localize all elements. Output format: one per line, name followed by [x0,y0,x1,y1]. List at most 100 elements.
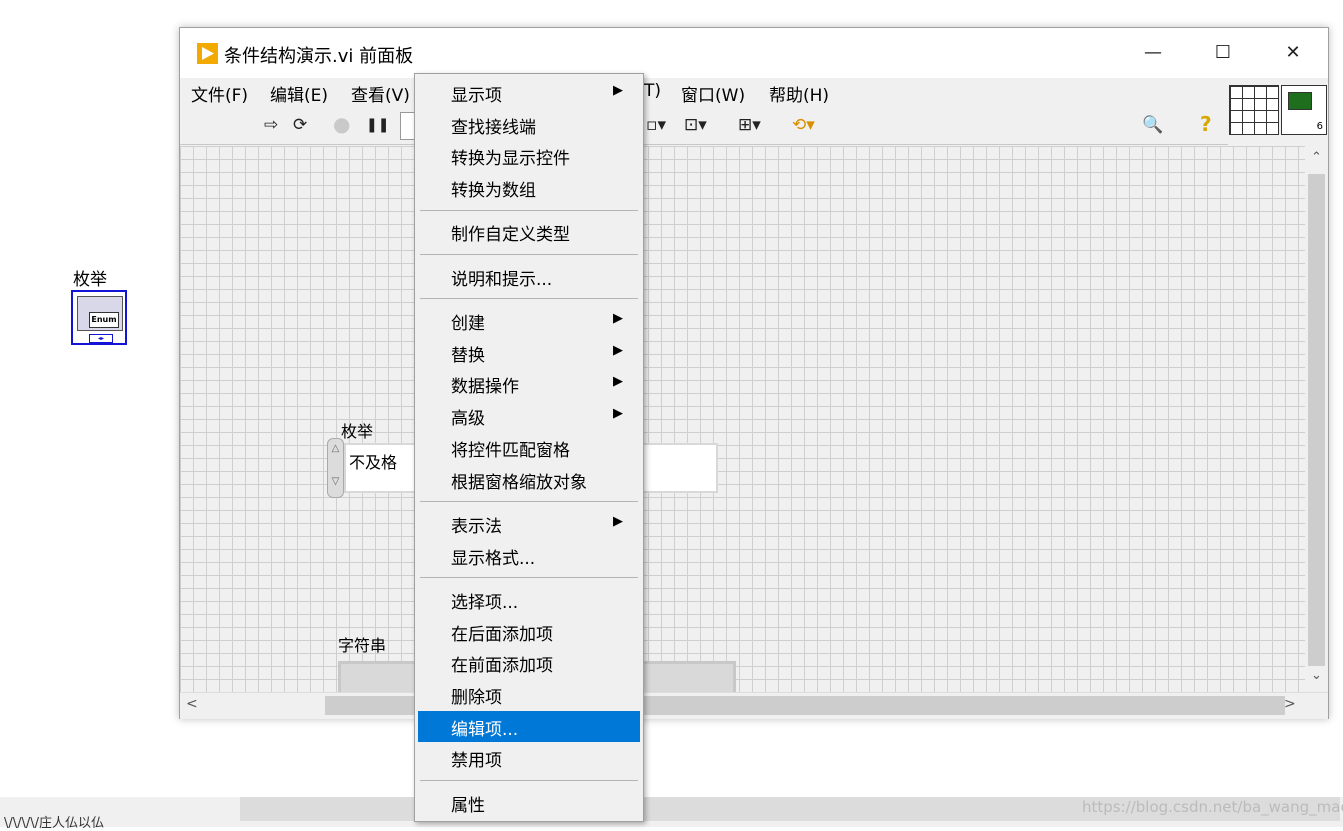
submenu-arrow-icon: ▶ [613,342,623,358]
submenu-arrow-icon: ▶ [613,406,623,422]
abort-icon[interactable]: ● [333,112,350,136]
submenu-arrow-icon: ▶ [613,374,623,390]
context-menu-separator [420,298,638,300]
context-menu-item-label: 根据窗格缩放对象 [451,472,587,493]
watermark: https://blog.csdn.net/ba_wang_mao [1082,798,1343,816]
context-menu-item-label: 表示法 [451,516,502,537]
run-arrow-icon[interactable]: ⇨ [264,115,278,135]
context-menu-separator [420,253,638,255]
context-menu-item[interactable]: 转换为数组 [418,172,640,204]
enum-terminal-chip: Enum [89,312,119,328]
menu-file[interactable]: 文件(F) [191,81,248,106]
pause-icon[interactable]: ❚❚ [366,117,389,133]
minimize-button[interactable]: — [1118,28,1188,78]
submenu-arrow-icon: ▶ [613,513,623,529]
context-menu-item[interactable]: 禁用项 [418,742,640,774]
reorder-icon[interactable]: ⟲▾ [792,115,815,135]
resize-objects-icon[interactable]: ⊞▾ [738,115,761,135]
block-diagram-enum-label: 枚举 [73,270,107,290]
context-menu-item-label: 数据操作 [451,377,519,398]
menu-view[interactable]: 查看(V) [351,81,410,106]
context-menu-item-label: 查找接线端 [451,117,536,138]
context-menu-item-label: 在前面添加项 [451,656,553,677]
submenu-arrow-icon: ▶ [613,83,623,98]
context-menu-item[interactable]: 根据窗格缩放对象 [418,464,640,496]
context-menu-item-label: 将控件匹配窗格 [451,440,570,461]
menu-tools[interactable]: T) [644,81,661,101]
help-icon[interactable]: ? [1200,112,1212,136]
context-menu-item-label: 属性 [451,795,485,816]
front-panel-canvas[interactable]: 枚举 △ ▽ 不及格 字符串 [180,146,1305,699]
menu-bar: 文件(F) 编辑(E) 查看(V) T) 窗口(W) 帮助(H) [180,78,1228,106]
run-continuously-icon[interactable]: ⟳ [293,115,307,135]
context-menu-separator [420,779,638,781]
enum-control-value: 不及格 [349,453,398,472]
context-menu-item-label: 替换 [451,345,485,366]
context-menu-item[interactable]: 高级 ▶ [418,400,640,432]
context-menu-item-label: 转换为显示控件 [451,149,570,170]
context-menu-item-label: 转换为数组 [451,181,536,202]
scroll-down-icon[interactable]: ⌄ [1305,668,1328,683]
scroll-left-icon[interactable]: < [186,696,198,712]
submenu-arrow-icon: ▶ [613,311,623,326]
context-menu-item[interactable]: 显示项 ▶ [418,77,640,109]
context-menu-item-label: 显示项 [451,86,502,106]
context-menu-separator [420,577,638,578]
distribute-objects-icon[interactable]: ⊡▾ [684,115,707,135]
context-menu-item-label: 说明和提示... [451,269,553,290]
front-panel-window: 条件结构演示.vi 前面板 — ☐ ✕ 文件(F) 编辑(E) 查看(V) T)… [179,27,1329,719]
vertical-scroll-thumb[interactable] [1308,174,1325,666]
vi-icon-number: 6 [1316,121,1323,132]
context-menu-item[interactable]: 创建 ▶ [418,305,640,337]
menu-edit[interactable]: 编辑(E) [270,81,328,106]
close-button[interactable]: ✕ [1258,28,1328,78]
context-menu-item[interactable]: 数据操作 ▶ [418,368,640,400]
context-menu-item[interactable]: 将控件匹配窗格 [418,432,640,464]
align-objects-icon[interactable]: ▫▾ [646,115,666,135]
context-menu-item[interactable]: 在后面添加项 [418,616,640,648]
labview-app-icon [197,43,218,64]
context-menu-item[interactable]: 说明和提示... [418,261,640,293]
context-menu-item[interactable]: 编辑项... [418,710,640,743]
context-menu-item[interactable]: 制作自定义类型 [418,216,640,248]
scroll-up-icon[interactable]: ⌃ [1305,150,1328,165]
connector-pane-icon[interactable] [1229,85,1279,135]
vi-icon[interactable]: 6 [1281,85,1327,135]
block-diagram-enum-terminal[interactable]: Enum ◂▸ [71,290,127,345]
context-menu-separator [420,501,638,502]
context-menu-item[interactable]: 替换 ▶ [418,337,640,369]
vi-icon-screen [1288,92,1312,110]
background-status-text: \/\/\/\/庄人仏以仏 [4,816,105,831]
context-menu-item-label: 编辑项... [451,719,519,740]
maximize-button[interactable]: ☐ [1188,28,1258,78]
context-menu-item[interactable]: 表示法 ▶ [418,508,640,540]
scroll-right-icon[interactable]: > [1284,696,1296,712]
menu-window[interactable]: 窗口(W) [681,81,745,106]
context-menu-item[interactable]: 显示格式... [418,540,640,572]
context-menu-item[interactable]: 转换为显示控件 [418,140,640,172]
context-menu-item[interactable]: 查找接线端 [418,109,640,141]
context-menu-item-label: 制作自定义类型 [451,225,570,246]
title-bar: 条件结构演示.vi 前面板 — ☐ ✕ [180,28,1328,78]
search-icon[interactable]: 🔍 [1142,115,1163,135]
context-menu-item-label: 显示格式... [451,548,536,569]
enum-control-label: 枚举 [341,422,374,441]
context-menu-item[interactable]: 属性 [418,787,640,819]
context-menu-item[interactable]: 在前面添加项 [418,647,640,679]
toolbar: ⇨ ⟳ ● ❚❚ ▫▾ ⊡▾ ⊞▾ ⟲▾ 🔍 ? [180,106,1228,145]
context-menu-item-label: 高级 [451,409,485,430]
window-title: 条件结构演示.vi 前面板 [224,46,414,67]
context-menu: 显示项 ▶ 查找接线端 转换为显示控件 转换为数组 制作自定义类型 说明和提示... 创建 ▶ 替… [414,73,644,822]
enum-terminal-arrows-icon: ◂▸ [89,334,113,343]
menu-help[interactable]: 帮助(H) [769,81,829,106]
context-menu-item-label: 创建 [451,314,485,334]
context-menu-item[interactable]: 选择项... [418,584,640,616]
context-menu-item-label: 禁用项 [451,751,502,772]
context-menu-separator [420,209,638,211]
context-menu-item-label: 选择项... [451,592,519,613]
context-menu-item-label: 删除项 [451,687,502,708]
enum-increment-decrement[interactable]: △ ▽ [327,438,344,498]
context-menu-item-label: 在后面添加项 [451,624,553,645]
context-menu-item[interactable]: 删除项 [418,679,640,711]
string-indicator-label: 字符串 [338,636,387,655]
